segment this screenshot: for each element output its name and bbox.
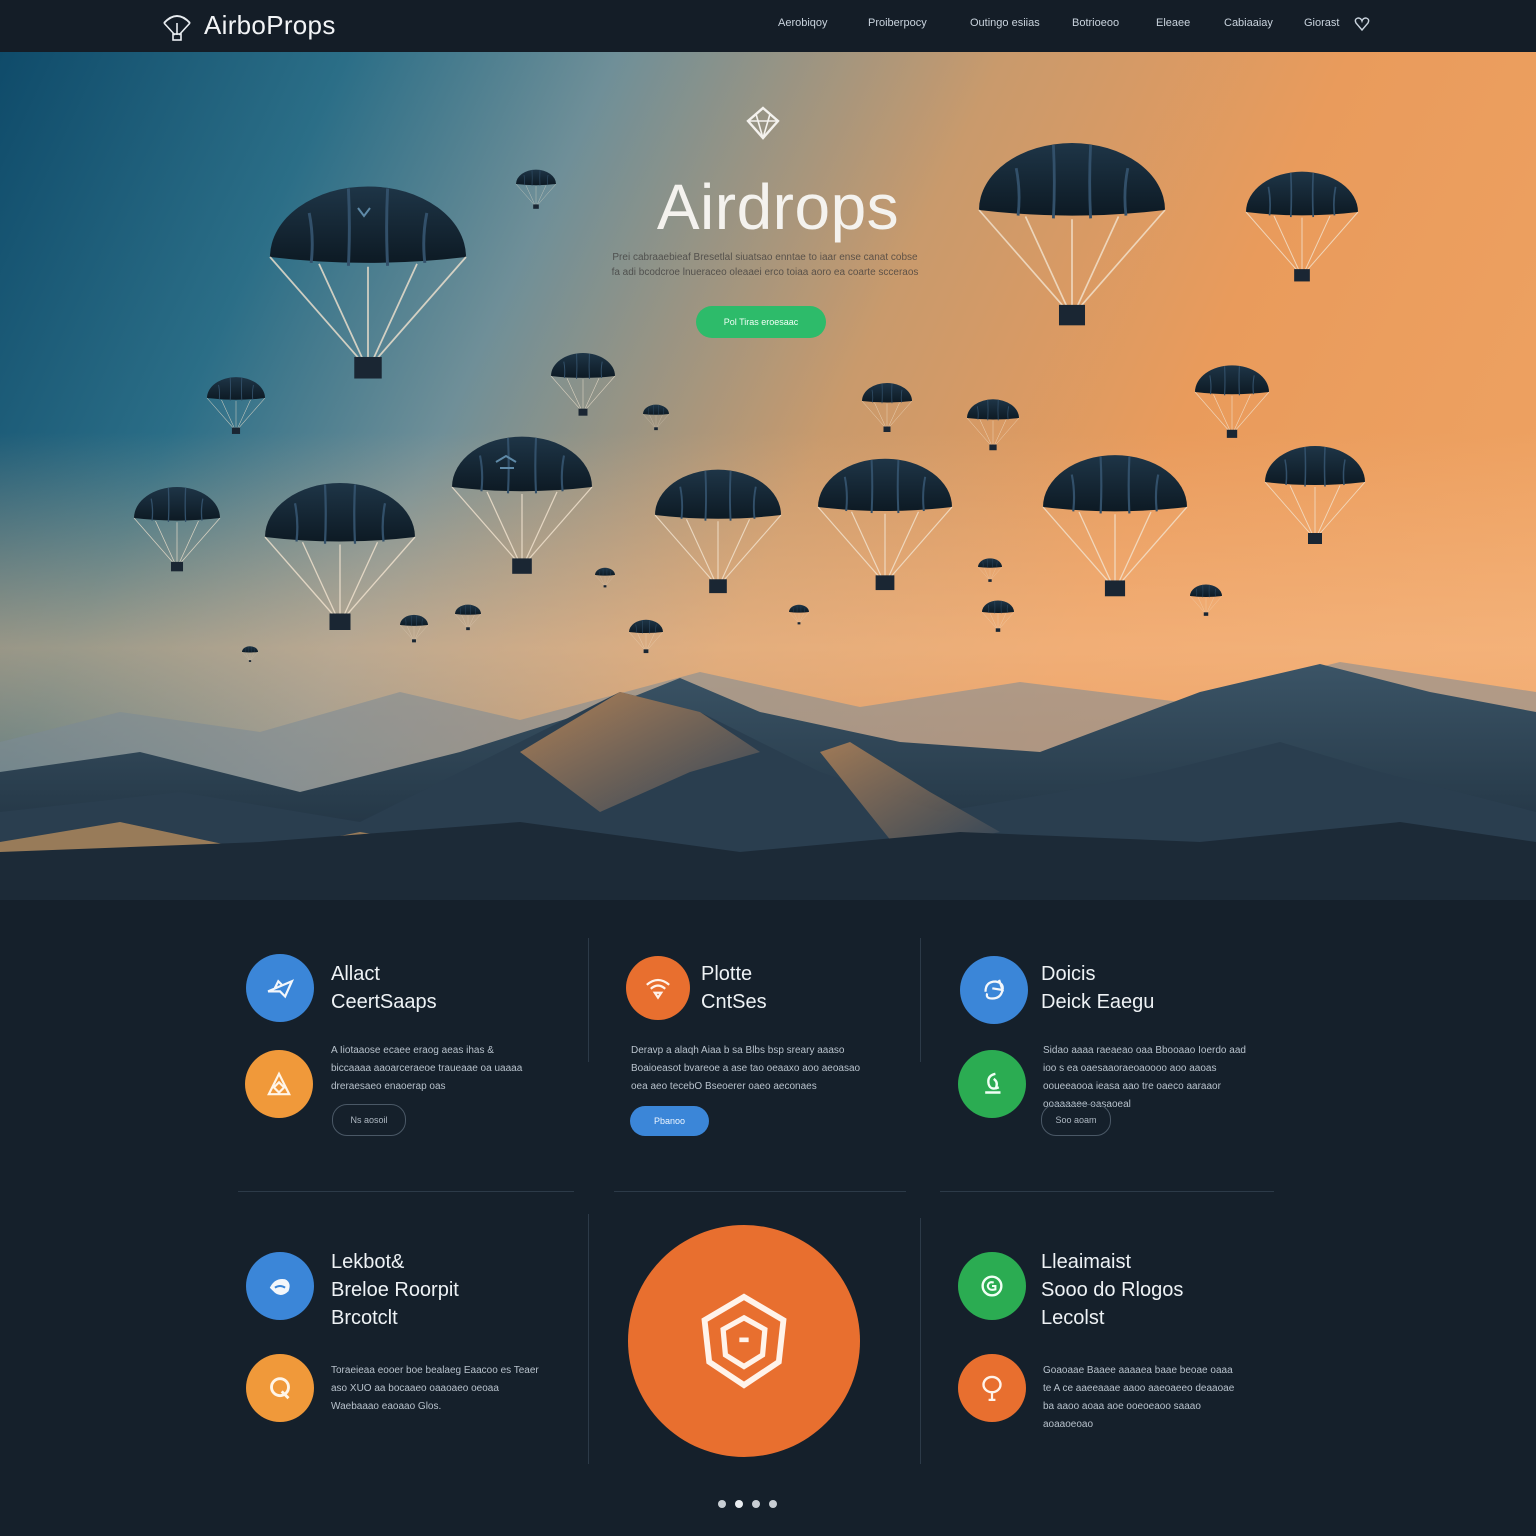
card-1-text: A Iiotaaose ecaee eraog aeas ihas & bicc… [331,1045,523,1092]
carousel-dot-3[interactable] [752,1500,760,1508]
divider [920,938,921,1062]
nav-link-2[interactable]: Proiberpocy [868,17,927,29]
divider [588,938,589,1062]
top-navbar: AirboProps Aerobiqoy Proiberpocy Outingo… [0,0,1536,53]
hero-cta-button[interactable]: Pol Tiras eroesaac [696,306,826,338]
hexagon-icon [628,1225,860,1457]
card-5-title: Lleaimaist Sooo do Rlogos Lecolst [1041,1251,1184,1329]
airplane-icon [246,954,314,1022]
card-3-title: Doicis Deick Eaegu [1041,963,1155,1013]
hero-subtitle: Prei cabraaebieaf Bresetlal siuatsao enn… [611,252,919,278]
divider [614,1191,906,1192]
nav-link-6[interactable]: Cabiaaiay [1224,17,1273,29]
divider [920,1218,921,1464]
heart-icon[interactable] [1354,16,1370,32]
chart-icon [958,1050,1026,1118]
q-icon [246,1354,314,1422]
carousel-dots [718,1500,777,1508]
carousel-dot-2[interactable] [735,1500,743,1508]
refresh-icon [958,1252,1026,1320]
hero-section: Airdrops Prei cabraaebieaf Bresetlal siu… [0,52,1536,900]
cycle-icon [960,956,1028,1024]
card-1-title: Allact CeertSaaps [331,963,437,1013]
card-2-button[interactable]: Pbanoo [630,1106,709,1136]
nav-link-3[interactable]: Outingo esiias [970,17,1040,29]
divider [588,1214,589,1464]
card-2-title: Plotte CntSes [701,963,767,1013]
box-icon [245,1050,313,1118]
diamond-icon [746,106,780,140]
card-4-text: Toraeieaa eooer boe bealaeg Eaacoo es Te… [331,1365,539,1412]
divider [238,1191,574,1192]
nav-link-5[interactable]: Eleaee [1156,17,1190,29]
card-5-text: Goaoaae Baaee aaaaea baae beoae oaaa te … [1043,1365,1235,1430]
drop-icon [246,1252,314,1320]
card-2-text: Deravp a alaqh Aiaa b sa Blbs bsp sreary… [631,1045,861,1092]
carousel-dot-4[interactable] [769,1500,777,1508]
wifi-icon [626,956,690,1020]
features-section: Allact CeertSaaps A Iiotaaose ecaee erao… [0,900,1536,1536]
card-3-button[interactable]: Soo aoam [1041,1104,1111,1136]
nav-link-7[interactable]: Giorast [1304,17,1339,29]
nav-link-1[interactable]: Aerobiqoy [778,17,828,29]
nav-links: Aerobiqoy Proiberpocy Outingo esiias Bot… [0,17,1536,37]
divider [940,1191,1274,1192]
card-1-button[interactable]: Ns aosoil [332,1104,406,1136]
hero-title: Airdrops [656,171,900,243]
card-4-title: Lekbot& Breloe Roorpit Brcotclt [331,1251,459,1329]
balloon-icon [958,1354,1026,1422]
carousel-dot-1[interactable] [718,1500,726,1508]
nav-link-4[interactable]: Botrioeoo [1072,17,1119,29]
